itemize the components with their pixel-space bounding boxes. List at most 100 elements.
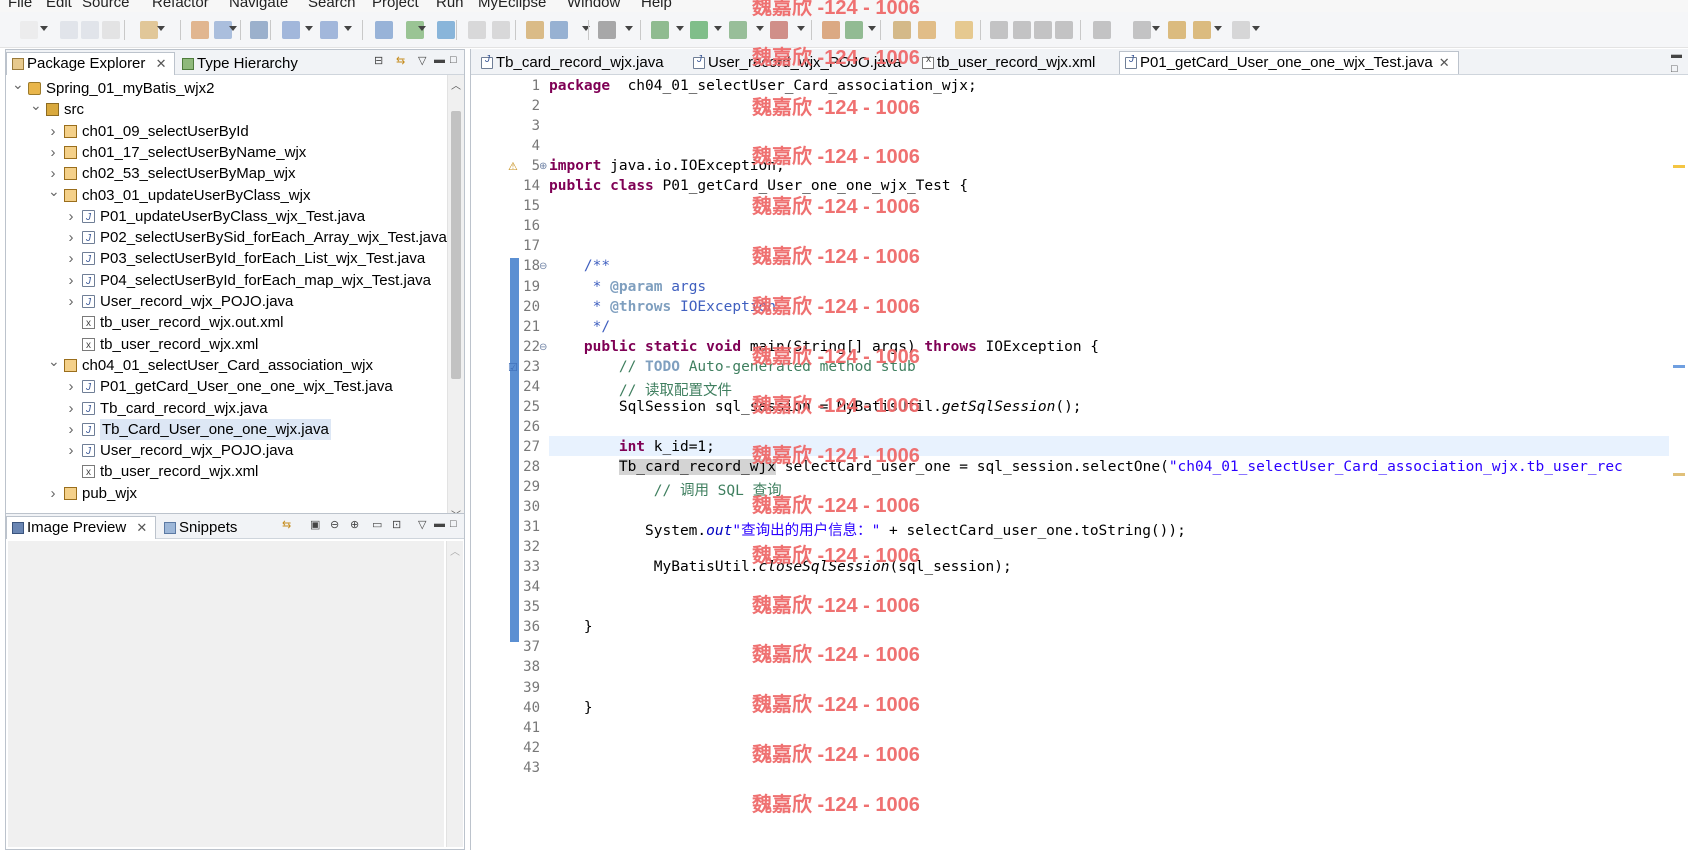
save-all-icon[interactable] <box>81 21 99 39</box>
code-line[interactable]: Tb_card_record_wjx selectCard_user_one =… <box>549 458 1623 475</box>
code-line[interactable]: System.out"查询出的用户信息：" + selectCard_user_… <box>549 519 1186 540</box>
dropdown-arrow-icon[interactable] <box>418 26 426 31</box>
web-service-icon[interactable] <box>250 21 268 39</box>
code-line[interactable]: */ <box>549 319 610 335</box>
expand-arrow-icon[interactable]: ⌄ <box>48 181 60 202</box>
fit-window-icon[interactable]: ⊡ <box>392 518 401 531</box>
collapsed-arrow-icon[interactable]: › <box>48 483 58 504</box>
tree-item[interactable]: tb_user_record_wjx.xml <box>6 334 447 356</box>
fold-collapse-icon[interactable]: ⊖ <box>539 261 547 272</box>
code-line[interactable]: /** <box>549 258 610 274</box>
open-folder-icon[interactable] <box>893 21 911 39</box>
fold-collapse-icon[interactable]: ⊖ <box>539 342 547 353</box>
code-line[interactable]: // 读取配置文件 <box>549 379 732 400</box>
debug-run-icon[interactable] <box>651 21 669 39</box>
annotate-icon[interactable] <box>1034 21 1052 39</box>
tree-item[interactable]: › User_record_wjx_POJO.java <box>6 291 447 313</box>
maximize-icon[interactable]: □ <box>450 54 457 66</box>
edit-icon[interactable] <box>918 21 936 39</box>
editor-tab[interactable]: P01_getCard_User_one_one_wjx_Test.java ✕ <box>1119 51 1459 74</box>
collapsed-arrow-icon[interactable]: › <box>66 419 76 440</box>
dropdown-arrow-icon[interactable] <box>1214 26 1222 31</box>
dropdown-arrow-icon[interactable] <box>625 26 633 31</box>
refresh-icon[interactable] <box>845 21 863 39</box>
tree-item[interactable]: ⌄ Spring_01_myBatis_wjx2 <box>6 75 447 99</box>
code-line[interactable]: import java.io.IOException; <box>549 158 785 174</box>
tree-item[interactable]: › ch01_09_selectUserById <box>6 121 447 142</box>
maximize-icon[interactable]: □ <box>1671 63 1678 75</box>
pencil-icon[interactable] <box>1013 21 1031 39</box>
tree-scrollbar[interactable]: ︿ ﹀ <box>447 75 464 523</box>
dropdown-arrow-icon[interactable] <box>1152 26 1160 31</box>
screenshot-icon[interactable] <box>598 21 616 39</box>
code-line[interactable]: * @throws IOException <box>549 299 776 315</box>
collapsed-arrow-icon[interactable]: › <box>66 206 76 227</box>
close-icon[interactable]: ✕ <box>136 520 147 535</box>
sync-icon[interactable]: ⇆ <box>282 518 291 531</box>
tree-item[interactable]: › ch02_53_selectUserByMap_wjx <box>6 163 447 184</box>
maximize-icon[interactable]: □ <box>450 518 457 530</box>
menu-help[interactable]: Help <box>641 0 672 11</box>
bookmark-icon[interactable] <box>955 21 973 39</box>
tree-item[interactable]: ⌄ ch03_01_updateUserByClass_wjx <box>6 183 447 206</box>
code-line[interactable]: } <box>549 700 593 716</box>
back-icon[interactable] <box>1193 21 1211 39</box>
undo-nav-icon[interactable] <box>468 21 486 39</box>
menu-myeclipse[interactable]: MyEclipse <box>478 0 546 11</box>
fold-expand-icon[interactable]: ⊕ <box>539 161 547 172</box>
code-line[interactable]: * @param args <box>549 279 707 295</box>
pilcrow-icon[interactable] <box>1055 21 1073 39</box>
tab-package-explorer[interactable]: Package Explorer ✕ <box>6 52 176 75</box>
actual-size-icon[interactable]: ▭ <box>372 518 382 531</box>
menu-refactor[interactable]: Refactor <box>152 0 209 11</box>
collapsed-arrow-icon[interactable]: › <box>66 270 76 291</box>
dropdown-arrow-icon[interactable] <box>229 26 237 31</box>
tree-scrollbar-thumb[interactable] <box>451 111 461 379</box>
browser-icon[interactable] <box>437 21 455 39</box>
close-icon[interactable]: ✕ <box>156 56 167 71</box>
dropdown-arrow-icon[interactable] <box>714 26 722 31</box>
code-line[interactable]: // 调用 SQL 查询 <box>549 479 782 500</box>
collapsed-arrow-icon[interactable]: › <box>66 398 76 419</box>
collapsed-arrow-icon[interactable]: › <box>66 291 76 312</box>
tree-item[interactable]: › P03_selectUserById_forEach_List_wjx_Tes… <box>6 248 447 270</box>
editor-tab[interactable]: tb_user_record_wjx.xml <box>916 51 1104 74</box>
code-line[interactable]: int k_id=1; <box>549 439 715 455</box>
server-icon[interactable] <box>320 21 338 39</box>
editor-tab[interactable]: Tb_card_record_wjx.java <box>475 51 673 74</box>
collapsed-arrow-icon[interactable]: › <box>66 227 76 248</box>
deploy-icon[interactable] <box>282 21 300 39</box>
fit-image-icon[interactable]: ▣ <box>310 518 320 531</box>
close-icon[interactable]: ✕ <box>1439 55 1450 70</box>
forward-icon[interactable] <box>1232 21 1250 39</box>
menu-source[interactable]: Source <box>82 0 130 11</box>
tab-type-hierarchy[interactable]: Type Hierarchy <box>176 52 307 75</box>
collapsed-arrow-icon[interactable]: › <box>48 142 58 163</box>
menu-navigate[interactable]: Navigate <box>229 0 288 11</box>
link-with-editor-icon[interactable]: ⇆ <box>396 54 405 67</box>
prev-annotation-icon[interactable] <box>1133 21 1151 39</box>
menu-run[interactable]: Run <box>436 0 464 11</box>
tree-item[interactable]: › User_record_wjx_POJO.java <box>6 440 447 462</box>
tree-item[interactable]: › pub_wjx <box>6 483 447 504</box>
occurrence-overview-marker[interactable] <box>1673 473 1685 476</box>
task-overview-marker[interactable] <box>1673 365 1685 368</box>
dropdown-arrow-icon[interactable] <box>868 26 876 31</box>
dropdown-arrow-icon[interactable] <box>157 26 165 31</box>
new-icon[interactable] <box>20 21 38 39</box>
dropdown-arrow-icon[interactable] <box>344 26 352 31</box>
expand-arrow-icon[interactable]: ⌄ <box>48 351 60 372</box>
collapse-all-icon[interactable]: ⊟ <box>374 54 383 67</box>
minimize-icon[interactable]: ▬ <box>434 54 445 66</box>
tree-item[interactable]: › P01_updateUserByClass_wjx_Test.java <box>6 206 447 228</box>
tree-item[interactable]: › P01_getCard_User_one_one_wjx_Test.java <box>6 376 447 398</box>
tree-item[interactable]: › P02_selectUserBySid_forEach_Array_wjx_T… <box>6 227 447 249</box>
expand-arrow-icon[interactable]: ⌄ <box>12 75 24 95</box>
tree-item[interactable]: tb_user_record_wjx.xml <box>6 461 447 483</box>
tree-item[interactable]: ⌄ ch04_01_selectUser_Card_association_wjx <box>6 353 447 376</box>
dropdown-arrow-icon[interactable] <box>797 26 805 31</box>
menu-project[interactable]: Project <box>372 0 419 11</box>
debug-icon[interactable] <box>375 21 393 39</box>
minimize-icon[interactable]: ▬ <box>1671 49 1682 61</box>
menu-window[interactable]: Window <box>567 0 620 11</box>
